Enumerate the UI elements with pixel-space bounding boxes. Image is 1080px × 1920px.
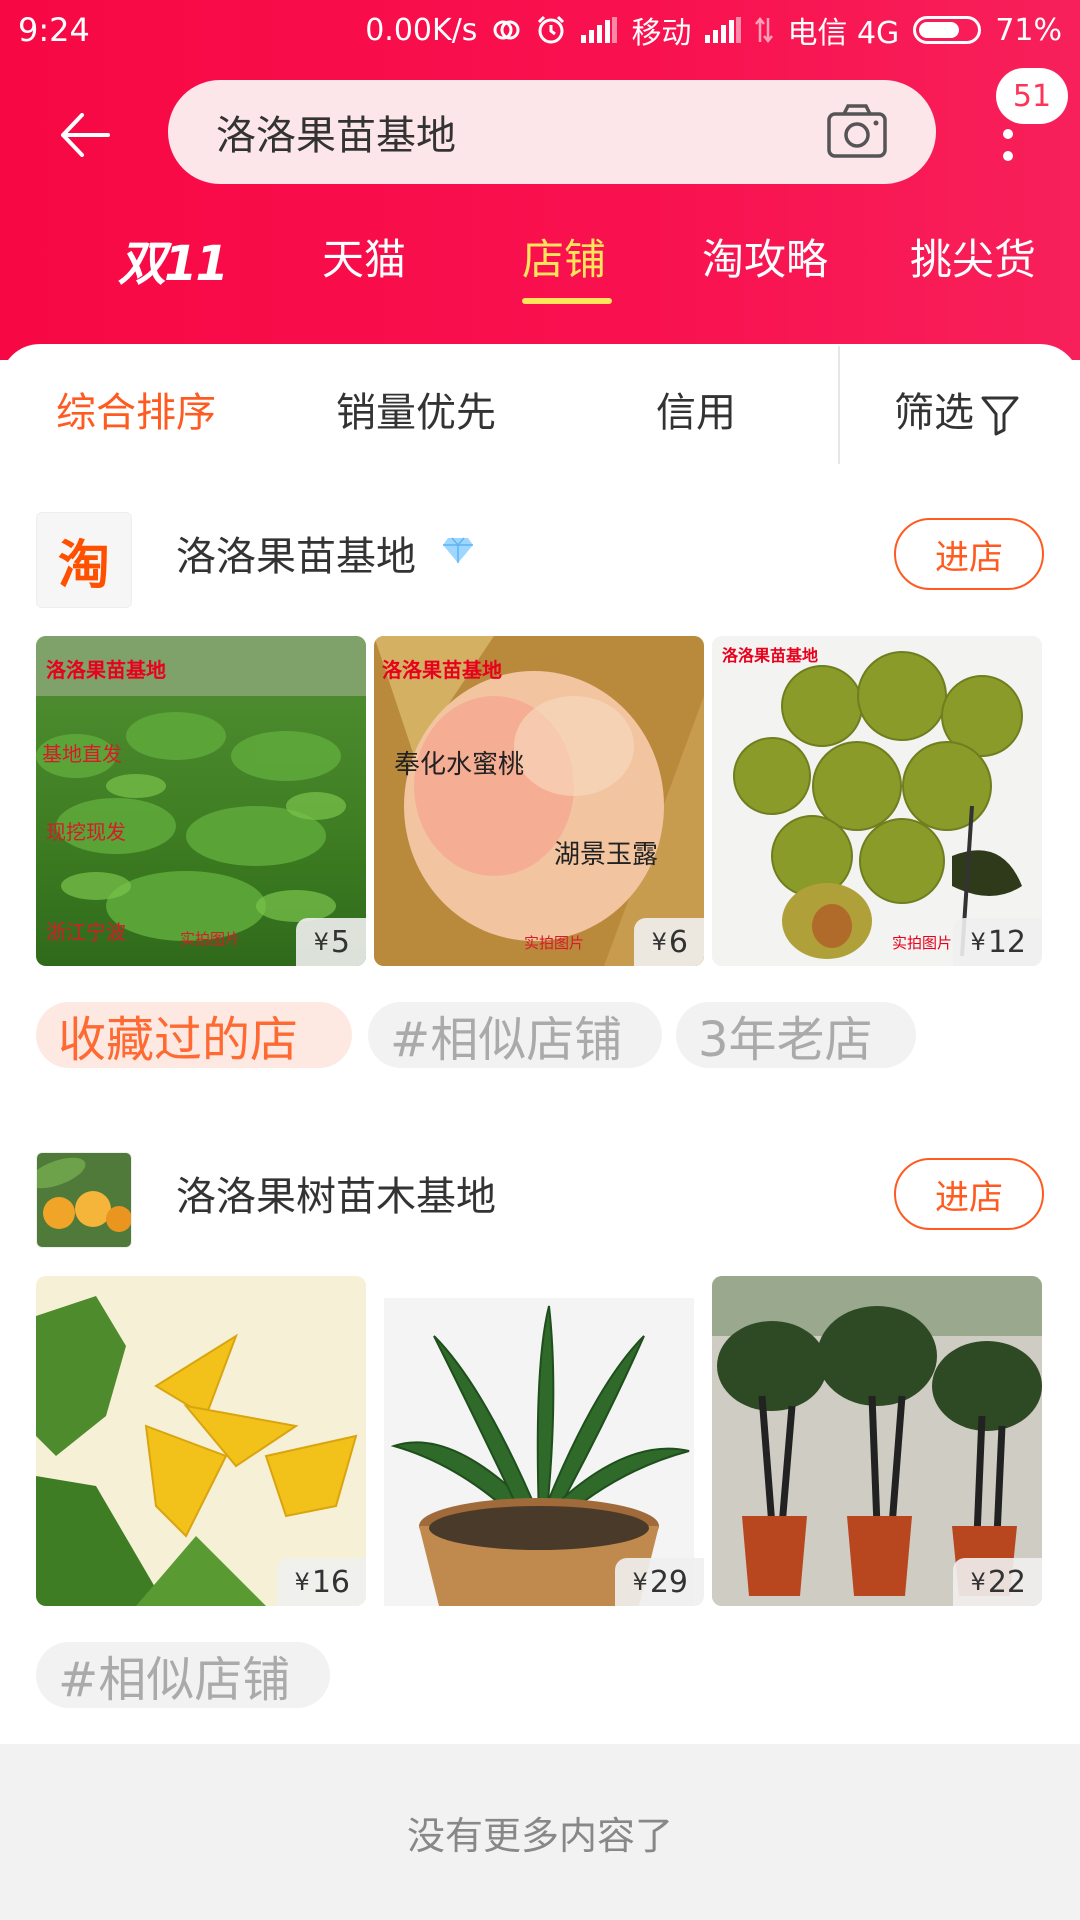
camera-icon[interactable] (826, 102, 888, 160)
sort-sales[interactable]: 销量优先 (336, 380, 496, 438)
price-value: 29 (649, 1564, 688, 1600)
network-speed: 0.00K/s (365, 12, 478, 48)
price-value: 12 (987, 924, 1026, 960)
currency-symbol: ¥ (970, 1568, 986, 1596)
active-tab-indicator (522, 298, 612, 304)
product-price: ¥29 (614, 1558, 704, 1606)
currency-symbol: ¥ (651, 928, 667, 956)
sort-credit[interactable]: 信用 (656, 380, 736, 438)
search-input[interactable]: 洛洛果苗基地 (168, 80, 936, 184)
price-value: 5 (330, 924, 350, 960)
image-caption: 浙江宁波 (46, 920, 126, 944)
no-more-content-text: 没有更多内容了 (406, 1813, 673, 1858)
currency-symbol: ¥ (970, 928, 986, 956)
shop-1-product-2[interactable]: 洛洛果苗基地 奉化水蜜桃 湖景玉露 实拍图片 ¥6 (374, 636, 704, 966)
signal-icon-1 (581, 17, 618, 43)
filter-button[interactable]: 筛选 (894, 380, 1020, 438)
carrier-2: 电信 4G (787, 16, 900, 51)
shop-1-enter-button[interactable]: 进店 (894, 518, 1044, 590)
yellow-flower-image (36, 1276, 366, 1606)
currency-symbol: ¥ (313, 928, 329, 956)
image-caption: 洛洛果苗基地 (46, 658, 166, 682)
image-caption: 现挖现发 (46, 820, 126, 844)
price-value: 16 (311, 1564, 350, 1600)
shop-2-name[interactable]: 洛洛果树苗木基地 (176, 1164, 496, 1222)
shop-2-product-1[interactable]: ¥16 (36, 1276, 366, 1606)
back-arrow-icon (61, 113, 110, 157)
image-caption: 洛洛果苗基地 (382, 658, 502, 682)
shop-2-enter-button[interactable]: 进店 (894, 1158, 1044, 1230)
shop-2-product-2[interactable]: ¥29 (374, 1276, 704, 1606)
potted-bonsai-image (712, 1276, 1042, 1606)
more-menu-button[interactable] (990, 118, 1026, 170)
tag-favorited-shop[interactable]: 收藏过的店 (36, 1002, 352, 1068)
filter-icon (981, 396, 1019, 436)
tab-shops[interactable]: 店铺 (522, 226, 606, 287)
price-value: 22 (987, 1564, 1026, 1600)
message-badge: 51 (996, 68, 1068, 124)
tag-3-year-shop[interactable]: 3年老店 (676, 1002, 916, 1068)
shop-2-product-3[interactable]: ¥22 (712, 1276, 1042, 1606)
product-price: ¥16 (276, 1558, 366, 1606)
orange-fruit-logo-image (37, 1153, 131, 1247)
battery-icon (913, 16, 982, 44)
status-time: 9:24 (18, 11, 90, 49)
shop-1-product-1[interactable]: 洛洛果苗基地 基地直发 现挖现发 浙江宁波 实拍图片 ¥5 (36, 636, 366, 966)
shop-2-logo[interactable] (36, 1152, 132, 1248)
filter-label: 筛选 (894, 390, 974, 436)
price-value: 6 (668, 924, 688, 960)
green-plums-image (712, 636, 1042, 966)
battery-percent: 71% (995, 12, 1062, 48)
carrier-1: 移动 (631, 16, 692, 51)
search-query: 洛洛果苗基地 (216, 113, 456, 159)
image-caption: 实拍图片 (892, 934, 953, 952)
alarm-icon (535, 14, 567, 46)
taobao-logo-text: 淘 (57, 535, 110, 596)
tag-similar-shops[interactable]: #相似店铺 (36, 1642, 330, 1708)
shop-1-product-3[interactable]: 洛洛果苗基地 实拍图片 ¥12 (712, 636, 1042, 966)
tab-tmall[interactable]: 天猫 (322, 226, 406, 287)
signal-icon-2 (705, 17, 742, 43)
image-caption: 基地直发 (42, 742, 122, 766)
image-caption: 奉化水蜜桃 (394, 750, 525, 780)
back-button[interactable] (50, 100, 120, 170)
product-price: ¥5 (295, 918, 366, 966)
status-bar: 9:24 0.00K/s 移动 电信 4G 71% (0, 0, 1080, 60)
tab-guides[interactable]: 淘攻略 (702, 226, 828, 287)
currency-symbol: ¥ (294, 1568, 310, 1596)
shop-1-logo[interactable]: 淘 (36, 512, 132, 608)
sort-divider (838, 346, 840, 464)
image-caption: 洛洛果苗基地 (722, 646, 819, 665)
sort-comprehensive[interactable]: 综合排序 (56, 380, 216, 438)
image-caption: 湖景玉露 (554, 840, 659, 870)
product-price: ¥22 (952, 1558, 1042, 1606)
battery-level (919, 22, 960, 38)
diamond-icon (443, 537, 473, 563)
shop-1-name[interactable]: 洛洛果苗基地 (176, 524, 416, 582)
image-caption: 实拍图片 (180, 930, 241, 948)
end-of-list: 没有更多内容了 (0, 1744, 1080, 1920)
tag-similar-shops[interactable]: #相似店铺 (368, 1002, 662, 1068)
data-arrows-icon (755, 16, 774, 44)
peach-image (374, 636, 704, 966)
product-price: ¥6 (633, 918, 704, 966)
currency-symbol: ¥ (632, 1568, 648, 1596)
tab-picks[interactable]: 挑尖货 (910, 226, 1036, 287)
clivia-plant-image (374, 1276, 704, 1606)
product-price: ¥12 (952, 918, 1042, 966)
more-dots-icon (1003, 129, 1013, 161)
sync-icon (491, 15, 521, 45)
image-caption: 实拍图片 (524, 934, 585, 952)
double11-logo[interactable]: 双11 (118, 224, 229, 294)
